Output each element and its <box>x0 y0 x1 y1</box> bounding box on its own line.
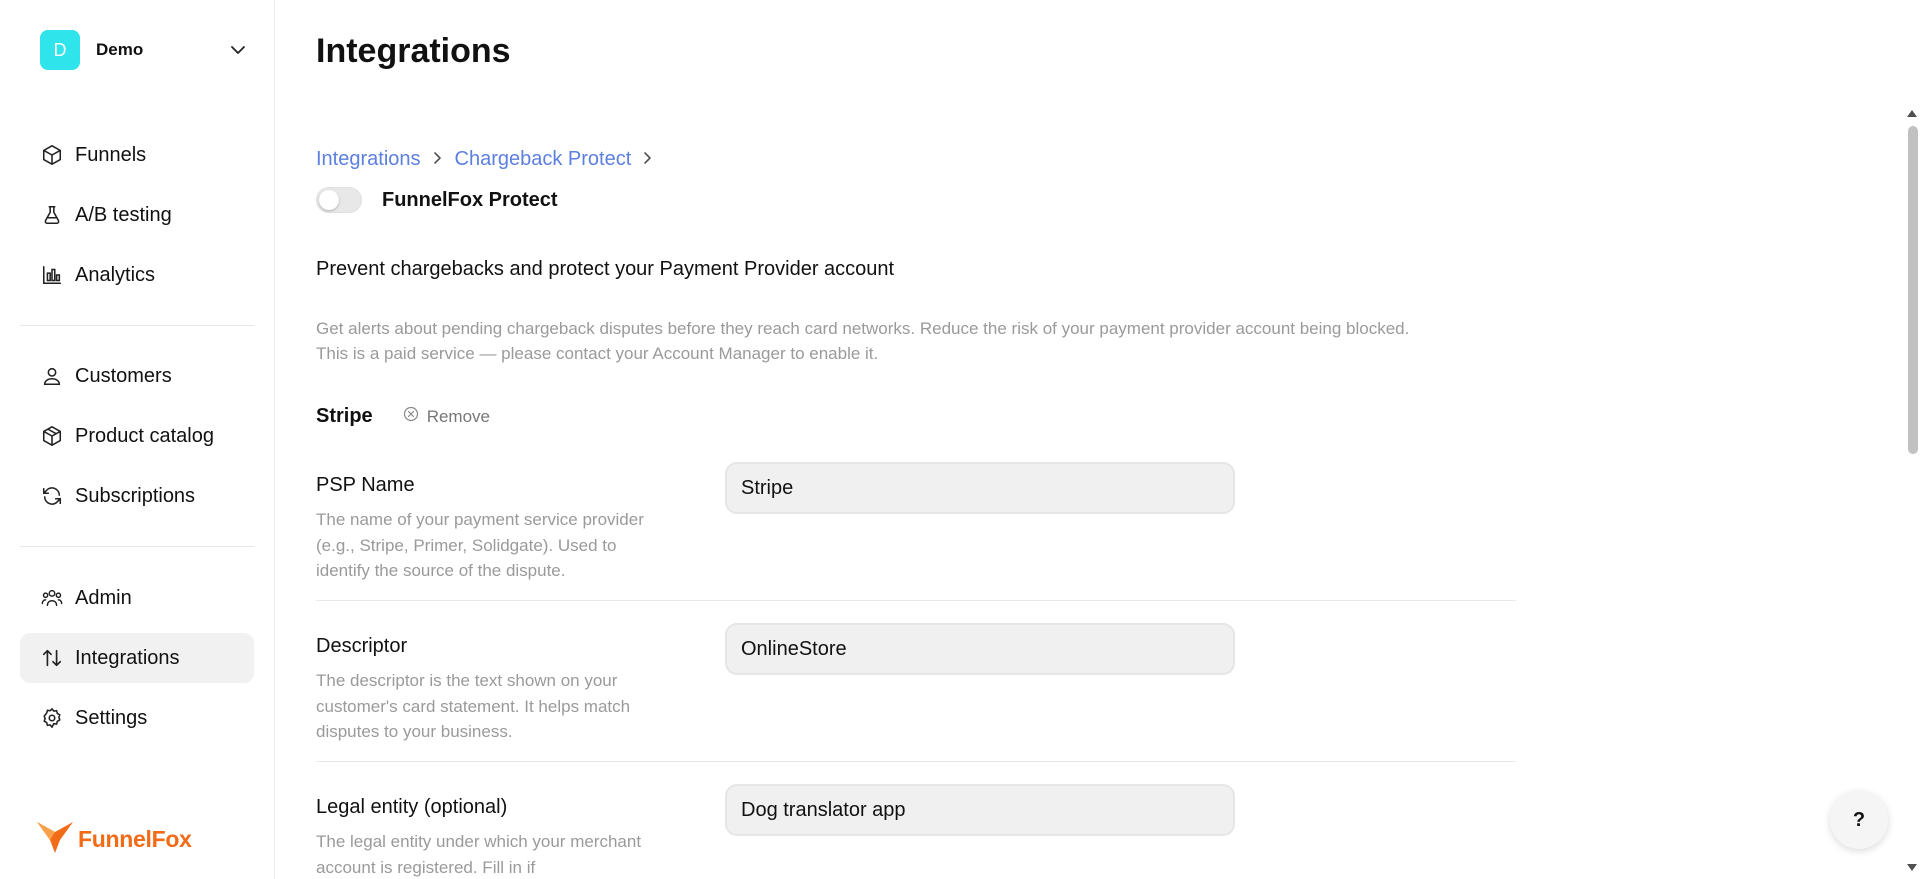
description-line: This is a paid service — please contact … <box>316 344 879 363</box>
brand-name: FunnelFox <box>78 826 192 852</box>
field-divider <box>316 600 1516 601</box>
provider-header: Stripe Remove <box>316 405 490 428</box>
nav-group-main: Funnels A/B testing Analytics <box>20 130 254 310</box>
scroll-down-arrow-icon[interactable] <box>1907 864 1917 871</box>
sidebar-item-product-catalog[interactable]: Product catalog <box>20 411 254 461</box>
protect-toggle-label: FunnelFox Protect <box>382 188 558 211</box>
psp-name-input[interactable] <box>725 462 1235 514</box>
field-label: Legal entity (optional) <box>316 796 508 818</box>
sidebar-divider <box>20 325 254 326</box>
sidebar-item-label: Product catalog <box>75 424 214 447</box>
sidebar-item-settings[interactable]: Settings <box>20 693 254 743</box>
provider-name: Stripe <box>316 405 373 427</box>
workspace-name: Demo <box>96 40 144 59</box>
sidebar-item-label: Subscriptions <box>75 484 196 507</box>
field-label: Descriptor <box>316 635 408 657</box>
fox-logo-icon <box>36 820 74 859</box>
sidebar: D Demo Funnels A/B testing Analytics Cus… <box>0 0 275 879</box>
section-description: Get alerts about pending chargeback disp… <box>316 316 1546 366</box>
sidebar-item-subscriptions[interactable]: Subscriptions <box>20 471 254 521</box>
legal-entity-input[interactable] <box>725 784 1235 836</box>
breadcrumb-link-chargeback-protect[interactable]: Chargeback Protect <box>455 148 632 171</box>
gear-icon <box>40 706 64 730</box>
scroll-up-arrow-icon[interactable] <box>1907 110 1917 117</box>
admin-users-icon <box>40 586 64 610</box>
chevron-right-icon <box>643 149 653 170</box>
user-icon <box>40 364 64 388</box>
sidebar-item-label: A/B testing <box>75 203 172 226</box>
sidebar-item-label: Funnels <box>75 143 147 166</box>
sidebar-item-label: Settings <box>75 706 148 729</box>
field-help: The descriptor is the text shown on your… <box>316 671 631 741</box>
arrows-up-down-icon <box>40 646 64 670</box>
breadcrumb-link-integrations[interactable]: Integrations <box>316 148 421 171</box>
remove-provider-button[interactable]: Remove <box>403 406 490 427</box>
sidebar-item-label: Analytics <box>75 263 156 286</box>
descriptor-input[interactable] <box>725 623 1235 675</box>
bar-chart-icon <box>40 263 64 287</box>
protect-toggle[interactable] <box>316 187 362 213</box>
breadcrumb: Integrations Chargeback Protect <box>316 148 665 171</box>
section-heading: Prevent chargebacks and protect your Pay… <box>316 258 895 280</box>
nav-group-customers: Customers Product catalog Subscriptions <box>20 351 254 531</box>
flask-icon <box>40 203 64 227</box>
sidebar-item-label: Customers <box>75 364 172 387</box>
help-button[interactable]: ? <box>1830 791 1888 849</box>
sidebar-item-ab-testing[interactable]: A/B testing <box>20 190 254 240</box>
description-line: Get alerts about pending chargeback disp… <box>316 319 1410 338</box>
sidebar-item-label: Admin <box>75 586 132 609</box>
refresh-icon <box>40 484 64 508</box>
sidebar-divider <box>20 546 254 547</box>
scrollbar-thumb[interactable] <box>1908 126 1918 454</box>
field-label: PSP Name <box>316 474 415 496</box>
field-help: The legal entity under which your mercha… <box>316 832 642 877</box>
remove-circle-icon <box>403 406 419 427</box>
sidebar-item-analytics[interactable]: Analytics <box>20 250 254 300</box>
nav-group-admin: Admin Integrations Settings <box>20 573 254 753</box>
brand-logo: FunnelFox <box>36 820 192 859</box>
sidebar-item-customers[interactable]: Customers <box>20 351 254 401</box>
main-content: Integrations Integrations Chargeback Pro… <box>276 0 1920 879</box>
package-icon <box>40 424 64 448</box>
toggle-knob <box>319 190 339 210</box>
protect-toggle-row: FunnelFox Protect <box>316 187 558 213</box>
chevron-right-icon <box>433 149 443 170</box>
cube-icon <box>40 143 64 167</box>
sidebar-item-label: Integrations <box>75 646 180 669</box>
sidebar-item-integrations[interactable]: Integrations <box>20 633 254 683</box>
chevron-down-icon[interactable] <box>226 38 250 62</box>
workspace-avatar: D <box>40 30 80 70</box>
field-help: The name of your payment service provide… <box>316 510 644 580</box>
sidebar-item-admin[interactable]: Admin <box>20 573 254 623</box>
workspace-switcher[interactable]: D Demo <box>40 30 270 70</box>
page-title: Integrations <box>316 32 511 70</box>
remove-label: Remove <box>426 406 490 426</box>
sidebar-item-funnels[interactable]: Funnels <box>20 130 254 180</box>
field-divider <box>316 761 1516 762</box>
